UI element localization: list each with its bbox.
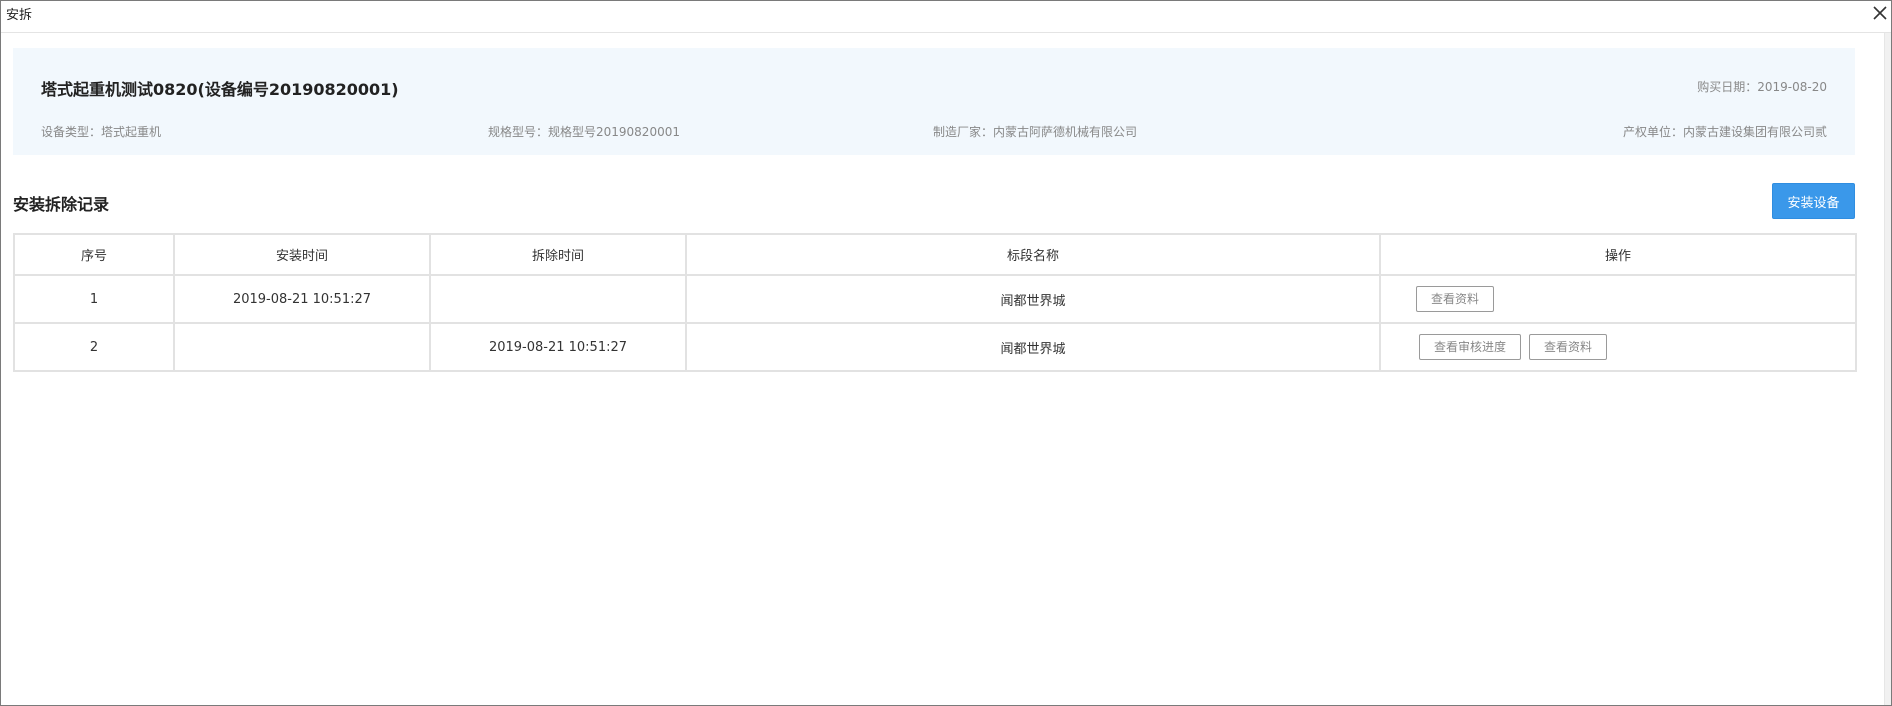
section-title: 安装拆除记录 bbox=[13, 195, 110, 214]
cell-actions: 查看审核进度 查看资料 bbox=[1379, 322, 1857, 372]
view-documents-button[interactable]: 查看资料 bbox=[1529, 334, 1608, 360]
equipment-type: 设备类型：塔式起重机 bbox=[41, 125, 162, 139]
view-review-progress-button[interactable]: 查看审核进度 bbox=[1419, 334, 1522, 360]
cell-index: 1 bbox=[13, 274, 175, 324]
dialog-window: 安拆 塔式起重机测试0820(设备编号20190820001) 购买日期：201… bbox=[0, 0, 1892, 706]
close-icon[interactable] bbox=[1869, 2, 1891, 24]
equipment-maker: 制造厂家：内蒙古阿萨德机械有限公司 bbox=[933, 125, 1138, 139]
column-header-remove-time: 拆除时间 bbox=[429, 233, 687, 276]
table-row: 2 2019-08-21 10:51:27 闻都世界城 查看审核进度 查看资料 bbox=[13, 322, 1857, 372]
equipment-title: 塔式起重机测试0820(设备编号20190820001) bbox=[41, 80, 399, 99]
table-header-row: 序号 安装时间 拆除时间 标段名称 操作 bbox=[13, 233, 1857, 276]
purchase-date: 购买日期：2019-08-20 bbox=[1697, 80, 1827, 94]
column-header-section-name: 标段名称 bbox=[685, 233, 1381, 276]
table-row: 1 2019-08-21 10:51:27 闻都世界城 查看资料 bbox=[13, 274, 1857, 324]
cell-install-time: 2019-08-21 10:51:27 bbox=[173, 274, 431, 324]
equipment-info-card: 塔式起重机测试0820(设备编号20190820001) 购买日期：2019-0… bbox=[13, 48, 1855, 155]
column-header-install-time: 安装时间 bbox=[173, 233, 431, 276]
equipment-owner: 产权单位：内蒙古建设集团有限公司贰 bbox=[1622, 125, 1827, 139]
window-title: 安拆 bbox=[6, 8, 33, 23]
view-documents-button[interactable]: 查看资料 bbox=[1416, 286, 1495, 312]
equipment-spec: 规格型号：规格型号20190820001 bbox=[488, 125, 680, 139]
cell-remove-time bbox=[429, 274, 687, 324]
install-equipment-button[interactable]: 安装设备 bbox=[1772, 183, 1855, 219]
cell-section-name: 闻都世界城 bbox=[685, 322, 1381, 372]
cell-remove-time: 2019-08-21 10:51:27 bbox=[429, 322, 687, 372]
vertical-scrollbar[interactable] bbox=[1884, 33, 1891, 705]
column-header-actions: 操作 bbox=[1379, 233, 1857, 276]
column-header-index: 序号 bbox=[13, 233, 175, 276]
dialog-content: 塔式起重机测试0820(设备编号20190820001) 购买日期：2019-0… bbox=[1, 33, 1881, 705]
cell-index: 2 bbox=[13, 322, 175, 372]
records-table: 序号 安装时间 拆除时间 标段名称 操作 1 2019-08-21 10:51:… bbox=[13, 233, 1857, 372]
cell-actions: 查看资料 bbox=[1379, 274, 1857, 324]
cell-section-name: 闻都世界城 bbox=[685, 274, 1381, 324]
cell-install-time bbox=[173, 322, 431, 372]
title-bar: 安拆 bbox=[1, 1, 1891, 33]
